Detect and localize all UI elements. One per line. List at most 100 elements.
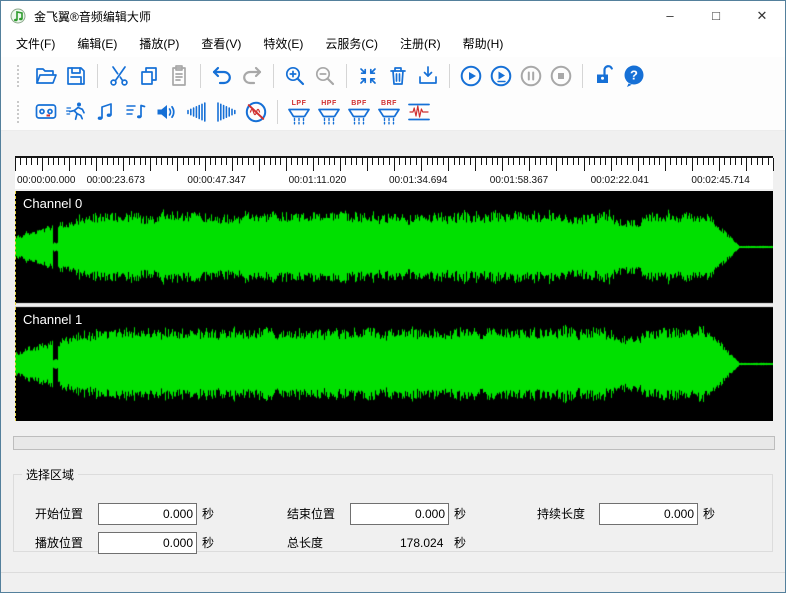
menu-item-edit[interactable]: 编辑(E) [66,31,128,57]
delete-button[interactable] [385,62,411,90]
ruler-tick [96,158,97,171]
redo-button[interactable] [239,62,265,90]
start-position-input[interactable] [98,503,197,525]
fade-in-button[interactable] [183,98,209,126]
low-pass-filter-button[interactable]: LPF [286,98,312,126]
ruler-tick [540,158,541,165]
no-noise-icon [244,100,268,124]
ruler-tick [427,158,428,165]
save-file-button[interactable] [63,62,89,90]
spectrum-button[interactable] [406,98,432,126]
ruler-tick [237,158,238,165]
ruler-tick [676,158,677,165]
menu-item-view[interactable]: 查看(V) [190,31,252,57]
waveform-display[interactable]: Channel 0 Channel 1 [15,191,773,421]
paste-button[interactable] [166,62,192,90]
ruler-tick [697,158,698,165]
menu-item-cloud[interactable]: 云服务(C) [314,31,389,57]
duration-input[interactable] [599,503,698,525]
play-position-input[interactable] [98,532,197,554]
playback-cursor[interactable] [15,191,16,421]
ruler-time-label: 00:00:47.347 [187,175,245,186]
ruler-tick [751,158,752,165]
minimize-button[interactable]: – [647,1,693,31]
menu-item-effects[interactable]: 特效(E) [252,31,314,57]
record-button[interactable] [33,98,59,126]
ruler-tick [768,158,769,165]
menu-item-register[interactable]: 注册(R) [389,31,452,57]
ruler-tick [248,158,249,165]
ruler-tick [26,158,27,165]
ruler-tick [567,158,568,165]
ruler-tick [719,158,720,171]
ruler-tick [150,158,151,171]
denoise-button[interactable] [243,98,269,126]
play-unit-label: 秒 [202,532,214,554]
undo-button[interactable] [209,62,235,90]
close-button[interactable]: ✕ [739,1,785,31]
ruler-tick [746,158,747,171]
shrink-button[interactable] [355,62,381,90]
band-pass-filter-label: BPF [351,100,367,108]
selection-panel-title: 选择区域 [22,466,78,483]
band-reject-filter-button[interactable]: BRF [376,98,402,126]
ruler-tick [443,158,444,165]
ruler-tick [161,158,162,165]
toolbar-separator [273,64,274,88]
ruler-tick [421,158,422,171]
toolbar-grip[interactable] [17,65,23,87]
volume-button[interactable] [153,98,179,126]
zoom-out-button[interactable] [312,62,338,90]
effects-toolbar: LPFHPF BPF BRF [1,94,785,131]
end-position-input[interactable] [350,503,449,525]
zoom-in-icon [283,64,307,88]
lock-button[interactable] [591,62,617,90]
unlock-icon [592,64,616,88]
copy-button[interactable] [136,62,162,90]
svg-text:?: ? [630,67,638,82]
maximize-button[interactable]: □ [693,1,739,31]
menu-item-play[interactable]: 播放(P) [128,31,190,57]
tempo-button[interactable] [63,98,89,126]
play-button[interactable] [458,62,484,90]
ruler-tick [31,158,32,165]
toolbar-grip[interactable] [17,101,23,123]
ruler-tick [464,158,465,165]
zoom-in-button[interactable] [282,62,308,90]
fade-in-icon [184,100,208,124]
redo-arrow-icon [240,64,264,88]
pause-button[interactable] [518,62,544,90]
equalizer-button[interactable] [123,98,149,126]
ruler-tick [37,158,38,165]
ruler-tick [107,158,108,165]
duration-unit-label: 秒 [703,503,715,525]
ruler-tick [713,158,714,165]
menu-item-file[interactable]: 文件(F) [5,31,66,57]
ruler-tick [665,158,666,171]
menu-bar: 文件(F)编辑(E)播放(P)查看(V)特效(E)云服务(C)注册(R)帮助(H… [1,31,785,57]
fade-out-button[interactable] [213,98,239,126]
menu-item-help[interactable]: 帮助(H) [452,31,515,57]
play-selection-button[interactable] [488,62,514,90]
ruler-tick [546,158,547,165]
insert-button[interactable] [415,62,441,90]
ruler-tick [80,158,81,165]
help-button[interactable]: ? [621,62,647,90]
selection-panel: 选择区域 开始位置 秒 结束位置 秒 持续长度 秒 播放位置 秒 总长度 178… [13,466,773,552]
ruler-tick [600,158,601,165]
timeline-ruler[interactable]: 00:00:00.00000:00:23.67300:00:47.34700:0… [15,156,773,189]
ruler-tick [15,158,16,171]
band-pass-filter-button[interactable]: BPF [346,98,372,126]
ruler-tick [529,158,530,171]
stop-button[interactable] [548,62,574,90]
recorder-icon [34,100,58,124]
cut-button[interactable] [106,62,132,90]
waveform-canvas[interactable] [15,191,773,421]
ruler-tick [670,158,671,165]
undo-arrow-icon [210,64,234,88]
open-file-button[interactable] [33,62,59,90]
compress-icon [356,64,380,88]
ruler-tick [183,158,184,165]
high-pass-filter-button[interactable]: HPF [316,98,342,126]
pitch-button[interactable] [93,98,119,126]
